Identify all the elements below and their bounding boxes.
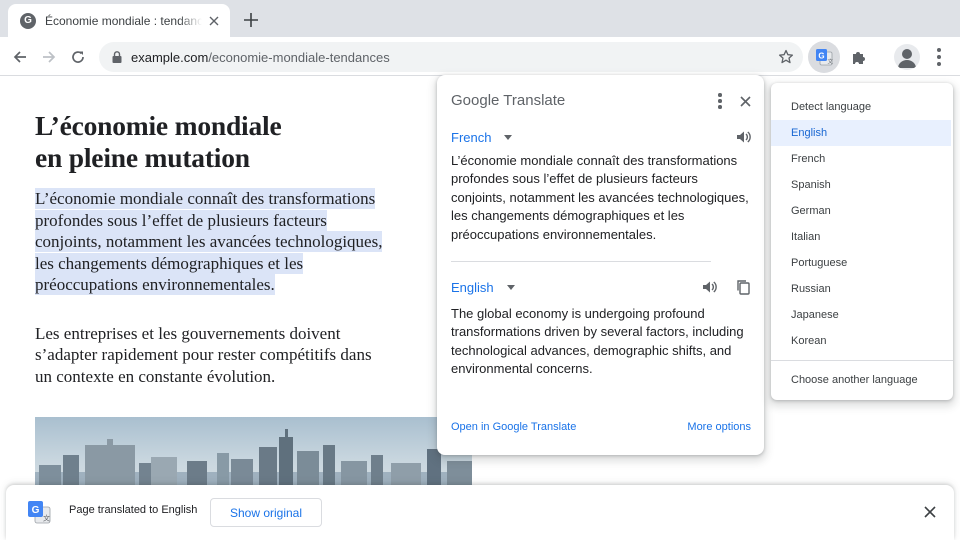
more-vert-icon[interactable]: [711, 91, 729, 111]
lock-icon[interactable]: [109, 49, 125, 65]
url-text: example.com/economie-mondiale-tendances: [131, 49, 390, 65]
language-option[interactable]: Korean: [771, 328, 951, 354]
speaker-icon[interactable]: [699, 277, 719, 297]
svg-text:G: G: [818, 52, 824, 61]
target-language-select[interactable]: English: [451, 277, 515, 297]
tab-title: Économie mondiale : tendances et perspec…: [45, 13, 202, 28]
favicon-icon: G: [20, 12, 36, 29]
new-tab-button[interactable]: [240, 9, 262, 31]
language-option-selected[interactable]: English: [771, 120, 951, 146]
selected-paragraph[interactable]: L’économie mondiale connaît des transfor…: [35, 188, 415, 296]
choose-another-language[interactable]: Choose another language: [771, 367, 951, 393]
reload-icon[interactable]: [65, 44, 91, 70]
language-option[interactable]: Japanese: [771, 302, 951, 328]
translate-popup: Google Translate French L’économie mondi…: [437, 75, 764, 455]
menu-divider: [771, 360, 953, 361]
browser-tab[interactable]: G Économie mondiale : tendances et persp…: [8, 4, 230, 37]
chevron-down-icon: [506, 284, 515, 290]
tab-strip: G Économie mondiale : tendances et persp…: [0, 0, 960, 37]
city-skyline-image: [35, 417, 472, 492]
translated-text: The global economy is undergoing profoun…: [451, 306, 744, 377]
language-option[interactable]: Portuguese: [771, 250, 951, 276]
show-original-button[interactable]: Show original: [210, 498, 322, 527]
language-option[interactable]: Spanish: [771, 172, 951, 198]
address-bar[interactable]: example.com/economie-mondiale-tendances: [99, 42, 803, 72]
google-translate-icon: G 文: [26, 499, 52, 525]
language-option[interactable]: French: [771, 146, 951, 172]
language-option[interactable]: Detect language: [771, 94, 951, 120]
open-in-google-translate-link[interactable]: Open in Google Translate: [451, 421, 576, 433]
avatar-icon[interactable]: [894, 44, 920, 70]
more-options-link[interactable]: More options: [687, 421, 751, 433]
tab-close-icon[interactable]: [206, 13, 222, 29]
arrow-left-icon[interactable]: [7, 44, 33, 70]
article: L’économie mondiale en pleine mutation L…: [35, 110, 415, 387]
infobar-message: Page translated to English: [69, 504, 198, 516]
article-title: L’économie mondiale en pleine mutation: [35, 110, 282, 173]
more-vert-icon[interactable]: [928, 44, 950, 70]
article-paragraph: Les entreprises et les gouvernements doi…: [35, 323, 372, 386]
close-icon[interactable]: [735, 91, 755, 111]
chevron-down-icon: [504, 134, 513, 140]
language-option[interactable]: German: [771, 198, 951, 224]
source-text: L’économie mondiale connaît des transfor…: [451, 153, 749, 242]
svg-text:文: 文: [828, 58, 834, 66]
svg-text:G: G: [32, 505, 40, 516]
google-translate-icon[interactable]: G 文: [808, 41, 840, 73]
language-option[interactable]: Russian: [771, 276, 951, 302]
language-option[interactable]: Italian: [771, 224, 951, 250]
close-icon[interactable]: [920, 502, 940, 522]
source-language-select[interactable]: French: [451, 127, 513, 147]
divider: [451, 261, 711, 262]
speaker-icon[interactable]: [733, 127, 753, 147]
translate-infobar: G 文 Page translated to English Show orig…: [6, 485, 954, 540]
google-translate-logo: Google Translate: [451, 92, 566, 109]
language-menu: Detect language English French Spanish G…: [771, 83, 953, 400]
svg-text:文: 文: [43, 514, 50, 523]
copy-icon[interactable]: [733, 277, 753, 297]
arrow-right-icon[interactable]: [36, 44, 62, 70]
puzzle-icon[interactable]: [846, 43, 872, 71]
star-icon[interactable]: [777, 48, 795, 66]
